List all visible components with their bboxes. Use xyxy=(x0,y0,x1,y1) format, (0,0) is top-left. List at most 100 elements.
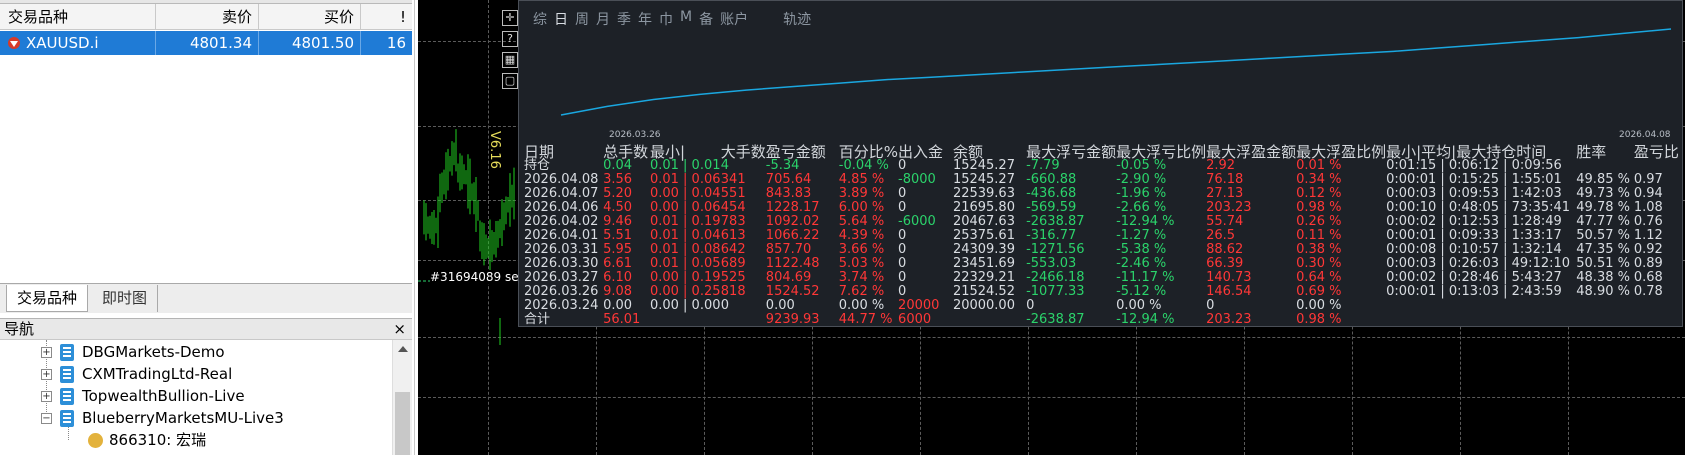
tab-symbols[interactable]: 交易品种 xyxy=(6,285,89,312)
stats-cell: 5.51 xyxy=(603,228,633,243)
stats-cell: 0.68 xyxy=(1633,270,1663,285)
stats-cell: 818 xyxy=(720,284,746,299)
navigator-account-topwealth[interactable]: + TopwealthBullion-Live xyxy=(41,385,245,407)
stats-cell: 0 xyxy=(898,284,907,299)
stats-cell: 0:00:08 | 0:10:57 | 1:32:14 xyxy=(1386,242,1562,257)
stats-cell xyxy=(650,313,721,327)
scroll-thumb[interactable] xyxy=(395,392,410,455)
column-symbol[interactable]: 交易品种 xyxy=(0,4,156,30)
stats-cell: 0.98 % xyxy=(1296,200,1342,215)
stats-row: 2026.03.24 0.00 0.00 | 0.00 0 0.00 0.00 % 2000… xyxy=(524,299,1682,313)
scroll-up-icon[interactable] xyxy=(398,346,408,352)
stats-cell: 5.95 xyxy=(603,242,633,257)
expand-icon[interactable]: + xyxy=(41,346,52,358)
stats-cell: 6.10 xyxy=(603,270,633,285)
stats-cell: -12.94 % xyxy=(1116,214,1175,229)
navigator-user-account[interactable]: 866310: 宏瑞 xyxy=(88,429,206,451)
stats-cell: 3.56 xyxy=(603,172,633,187)
stats-cell: 551 xyxy=(720,186,746,201)
expand-icon[interactable]: + xyxy=(41,390,52,402)
stats-cell: -553.03 xyxy=(1026,256,1077,271)
stats-column-header[interactable]: 最大浮亏金额 xyxy=(1026,145,1116,160)
stats-cell: 0 xyxy=(898,242,907,257)
stats-cell: 20000.00 xyxy=(952,298,1015,313)
stats-column-header[interactable]: 盈亏金额 xyxy=(766,145,839,160)
stats-cell: -12.94 % xyxy=(1116,312,1175,327)
market-watch-row-selected[interactable]: XAUUSD.i 4801.34 4801.50 16 xyxy=(0,31,412,55)
stats-column-header[interactable]: 最大浮盈比例 xyxy=(1296,145,1386,160)
stats-cell: 689 xyxy=(720,256,746,271)
stats-column-header[interactable]: 百分比% xyxy=(839,145,898,160)
crosshair-icon[interactable]: ✛ xyxy=(502,10,518,26)
column-bid[interactable]: 卖价 xyxy=(156,4,259,30)
stats-cell: 1066.22 xyxy=(765,228,820,243)
account-label: CXMTradingLtd-Real xyxy=(82,365,233,383)
stats-cell: -660.88 xyxy=(1026,172,1077,187)
equity-curve-svg xyxy=(560,28,1672,116)
stats-column-header[interactable]: 余额 xyxy=(953,145,1026,160)
stats-column-header[interactable]: 出入金 xyxy=(898,145,953,160)
stats-cell: 804.69 xyxy=(765,270,812,285)
stats-cell: -1.27 % xyxy=(1116,228,1167,243)
column-ask[interactable]: 买价 xyxy=(259,4,361,30)
statistics-panel: 综 日 周 月 季 年 巾 M 备 账户 轨迹 2026.03.26 2026.… xyxy=(518,0,1683,327)
navigator-scrollbar[interactable] xyxy=(392,340,412,455)
stats-column-header[interactable]: 总手数 xyxy=(603,145,650,160)
stats-column-header[interactable]: 胜率 xyxy=(1576,145,1634,160)
stats-cell: 843.83 xyxy=(765,186,812,201)
stats-cell: 2026.04.07 xyxy=(524,186,599,201)
stats-cell: -7.79 xyxy=(1026,158,1060,173)
column-spread[interactable]: ! xyxy=(361,4,412,30)
stats-column-header[interactable]: 最大浮亏比例 xyxy=(1116,145,1206,160)
stats-cell: 76.18 xyxy=(1206,172,1244,187)
stats-cell: 55.74 xyxy=(1206,214,1244,229)
window-icon[interactable]: ▢ xyxy=(502,73,518,89)
stats-cell: 0:00:03 | 0:09:53 | 1:42:03 xyxy=(1386,186,1562,201)
stats-column-header[interactable]: 大手数 xyxy=(721,145,766,160)
row-symbol-cell[interactable]: XAUUSD.i xyxy=(0,31,156,55)
stats-cell: 203.23 xyxy=(1206,312,1252,327)
stats-cell: 0.01 | 0.04 xyxy=(649,228,721,243)
stats-cell: 0.92 xyxy=(1633,242,1663,257)
tab-tick-chart[interactable]: 即时图 xyxy=(92,285,159,312)
stats-cell: -8000 xyxy=(898,172,936,187)
stats-cell: 50.51 % xyxy=(1576,256,1630,271)
stats-table: 日期 总手数 最小| 大手数 盈亏金额 百分比% 出入金 余额 最大浮亏金额 最大浮亏比例 最大浮盈… xyxy=(524,145,1682,327)
stats-cell xyxy=(1386,313,1576,327)
stats-cell: 47.35 % xyxy=(1576,242,1630,257)
navigator-close-button[interactable]: × xyxy=(393,319,406,340)
stats-cell: 3.66 % xyxy=(838,242,885,257)
stats-cell: 0.00 | 0.00 xyxy=(649,298,721,313)
stats-cell: 6.00 % xyxy=(838,200,885,215)
stats-column-header[interactable]: 最小|平均|最大持仓时间 xyxy=(1386,145,1576,160)
stats-column-header[interactable]: 盈亏比 xyxy=(1634,145,1682,160)
server-icon xyxy=(60,387,74,405)
navigator-account-dbgmarkets[interactable]: + DBGMarkets-Demo xyxy=(41,341,225,363)
navigator-account-blueberry[interactable]: − BlueberryMarketsMU-Live3 xyxy=(41,407,284,429)
stats-cell: 642 xyxy=(720,242,746,257)
stats-cell: 9239.93 xyxy=(765,312,820,327)
stats-cell: 2026.03.27 xyxy=(524,270,599,285)
grid-toggle-icon[interactable]: ▦ xyxy=(502,52,518,68)
stats-cell: 140.73 xyxy=(1206,270,1252,285)
stats-cell: -1077.33 xyxy=(1026,284,1085,299)
help-icon[interactable]: ? xyxy=(502,31,518,47)
stats-cell: -11.17 % xyxy=(1116,270,1175,285)
stats-column-header[interactable]: 最小| xyxy=(650,145,721,160)
stats-cell: 0:00:01 | 0:09:33 | 1:33:17 xyxy=(1386,228,1562,243)
expand-icon[interactable]: + xyxy=(41,368,52,380)
stats-cell: 0 xyxy=(898,158,907,173)
collapse-icon[interactable]: − xyxy=(41,412,52,424)
server-icon xyxy=(60,343,74,361)
navigator-account-cxm[interactable]: + CXMTradingLtd-Real xyxy=(41,363,232,385)
stats-cell: 525 xyxy=(720,270,746,285)
stats-cell: 341 xyxy=(720,172,746,187)
stats-column-header[interactable]: 最大浮盈金额 xyxy=(1206,145,1296,160)
stats-cell: 88.62 xyxy=(1206,242,1244,257)
stats-cell: 25375.61 xyxy=(952,228,1015,243)
stats-column-header[interactable]: 日期 xyxy=(524,145,603,160)
stats-row: 2026.04.02 9.46 0.01 | 0.19 783 1092.02 5.64 … xyxy=(524,215,1682,229)
stats-cell: 2026.03.30 xyxy=(524,256,599,271)
row-symbol: XAUUSD.i xyxy=(26,34,99,52)
stats-cell: -0.04 % xyxy=(838,158,889,173)
